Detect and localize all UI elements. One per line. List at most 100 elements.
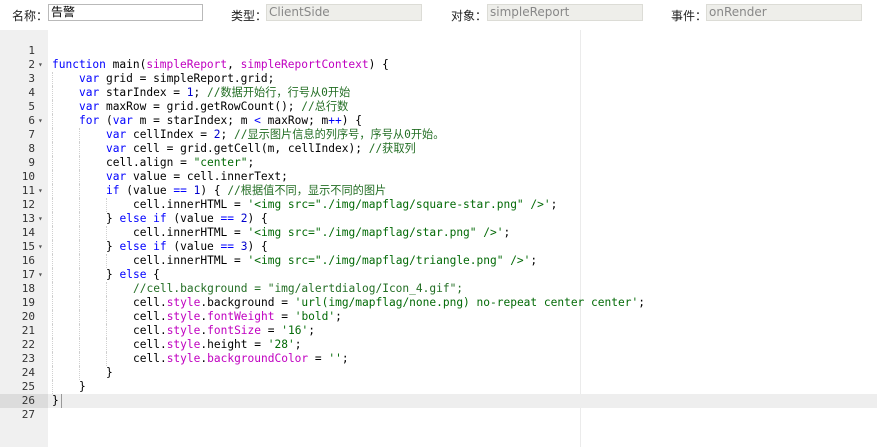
- code-line[interactable]: 8 var cell = grid.getCell(m, cellIndex); …: [0, 142, 877, 156]
- code-token: .background =: [200, 296, 295, 309]
- line-number: 7: [28, 128, 35, 141]
- code-token: ,: [227, 58, 241, 71]
- code-token: grid = simpleReport.grid;: [99, 72, 275, 85]
- code-line[interactable]: 18 //cell.background = "img/alertdialog/I…: [0, 282, 877, 296]
- code-token: =: [261, 324, 282, 337]
- code-token: simpleReportContext: [240, 58, 369, 71]
- fold-toggle-icon[interactable]: ▾: [38, 184, 43, 198]
- indent-guide: [52, 142, 53, 156]
- code-token: 3: [240, 240, 248, 253]
- code-line[interactable]: 19 cell.style.background = 'url(img/mapfl…: [0, 296, 877, 310]
- code-editor[interactable]: 1 2 ▾ function main(simpleReport, simpleRep…: [0, 30, 877, 447]
- name-input[interactable]: 告警: [48, 4, 203, 21]
- indent-guide: [52, 100, 53, 114]
- indent-guide: [52, 156, 53, 170]
- line-number: 19: [21, 296, 35, 309]
- indent-guide: [79, 338, 80, 352]
- code-token: ;: [550, 198, 558, 211]
- fold-toggle-icon[interactable]: ▾: [38, 212, 43, 226]
- indent-guide: [106, 254, 107, 268]
- code-token: fontWeight: [207, 310, 275, 323]
- code-token: for: [79, 114, 100, 127]
- code-token: 1: [186, 86, 194, 99]
- indent-guide: [106, 296, 107, 310]
- indent-guide: [106, 310, 107, 324]
- code-token: cell.innerHTML =: [133, 198, 248, 211]
- code-line[interactable]: 16 cell.innerHTML = '<img src="./img/mapf…: [0, 254, 877, 268]
- code-token: '<img src="./img/mapflag/triangle.png" /…: [247, 254, 531, 267]
- code-token: cellIndex =: [126, 128, 214, 141]
- fold-toggle-icon[interactable]: ▾: [38, 114, 43, 128]
- code-line[interactable]: 26}: [0, 394, 877, 408]
- code-token: //cell.background = "img/alertdialog/Ico…: [133, 282, 464, 295]
- code-line[interactable]: 17 ▾} else {: [0, 268, 877, 282]
- code-line[interactable]: 13 ▾} else if (value == 2) {: [0, 212, 877, 226]
- code-text: cell.style.fontSize = '16';: [133, 324, 315, 338]
- code-token: 'url(img/mapflag/none.png) no-repeat cen…: [294, 296, 639, 309]
- code-text: var grid = simpleReport.grid;: [79, 72, 274, 86]
- code-text: }: [79, 380, 86, 394]
- line-number: 15: [21, 240, 35, 253]
- code-token: '28': [267, 338, 295, 351]
- line-number: 1: [28, 44, 35, 57]
- code-line[interactable]: 1: [0, 44, 877, 58]
- fold-toggle-icon[interactable]: ▾: [38, 268, 43, 282]
- code-token: }: [106, 212, 120, 225]
- code-token: cell.innerHTML =: [133, 254, 248, 267]
- indent-guide: [52, 352, 53, 366]
- code-line[interactable]: 7 var cellIndex = 2; //显示图片信息的列序号，序号从0开始。: [0, 128, 877, 142]
- code-text: } else if (value == 3) {: [106, 240, 268, 254]
- fold-toggle-icon[interactable]: ▾: [38, 58, 43, 72]
- script-properties-bar: 名称： 告警 类型： ClientSide 对象： simpleReport 事…: [0, 0, 877, 30]
- indent-guide: [79, 254, 80, 268]
- code-token: else if: [119, 240, 167, 253]
- code-line[interactable]: 9 cell.align = "center";: [0, 156, 877, 170]
- code-line[interactable]: 27: [0, 408, 877, 422]
- code-line[interactable]: 24}: [0, 366, 877, 380]
- code-line[interactable]: 2 ▾ function main(simpleReport, simpleRepo…: [0, 58, 877, 72]
- code-token: }: [79, 380, 86, 393]
- name-label: 名称：: [12, 9, 49, 23]
- code-text: if (value == 1) { //根据值不同，显示不同的图片: [106, 184, 386, 198]
- code-token: <: [254, 114, 261, 127]
- code-line[interactable]: 5 var maxRow = grid.getRowCount(); //总行数: [0, 100, 877, 114]
- object-label: 对象：: [451, 9, 488, 23]
- code-token: =: [274, 310, 295, 323]
- fold-toggle-icon[interactable]: ▾: [38, 240, 43, 254]
- indent-guide: [79, 282, 80, 296]
- code-line[interactable]: 14 cell.innerHTML = '<img src="./img/mapf…: [0, 226, 877, 240]
- code-token: }: [106, 240, 120, 253]
- code-line[interactable]: 22 cell.style.height = '28';: [0, 338, 877, 352]
- code-line[interactable]: 12 cell.innerHTML = '<img src="./img/mapf…: [0, 198, 877, 212]
- indent-guide: [79, 184, 80, 198]
- code-text: cell.align = "center";: [106, 156, 254, 170]
- code-lines[interactable]: 1 2 ▾ function main(simpleReport, simpleRep…: [0, 44, 877, 422]
- code-line[interactable]: 21 cell.style.fontSize = '16';: [0, 324, 877, 338]
- indent-guide: [52, 226, 53, 240]
- code-line[interactable]: 3 var grid = simpleReport.grid;: [0, 72, 877, 86]
- code-text: cell.style.backgroundColor = '';: [133, 352, 349, 366]
- type-field: ClientSide: [266, 4, 422, 21]
- code-token: if: [106, 184, 120, 197]
- code-token: ;: [530, 254, 538, 267]
- line-number: 12: [21, 198, 35, 211]
- code-token: (: [99, 114, 113, 127]
- indent-guide: [79, 142, 80, 156]
- code-line[interactable]: 11 ▾ if (value == 1) { //根据值不同，显示不同的图片: [0, 184, 877, 198]
- indent-guide: [79, 128, 80, 142]
- code-line[interactable]: 10 var value = cell.innerText;: [0, 170, 877, 184]
- indent-guide: [52, 128, 53, 142]
- code-line[interactable]: 25}: [0, 380, 877, 394]
- code-line[interactable]: 15 ▾ } else if (value == 3) {: [0, 240, 877, 254]
- code-line[interactable]: 6 ▾ for (var m = starIndex; m < maxRow; m+…: [0, 114, 877, 128]
- line-number: 9: [28, 156, 35, 169]
- indent-guide: [106, 282, 107, 296]
- indent-guide: [52, 310, 53, 324]
- code-line[interactable]: 23 cell.style.backgroundColor = '';: [0, 352, 877, 366]
- code-line[interactable]: 4 var starIndex = 1; //数据开始行，行号从0开始: [0, 86, 877, 100]
- line-number: 17: [21, 268, 35, 281]
- code-token: ;: [308, 324, 315, 337]
- indent-guide: [52, 380, 53, 394]
- code-line[interactable]: 20 cell.style.fontWeight = 'bold';: [0, 310, 877, 324]
